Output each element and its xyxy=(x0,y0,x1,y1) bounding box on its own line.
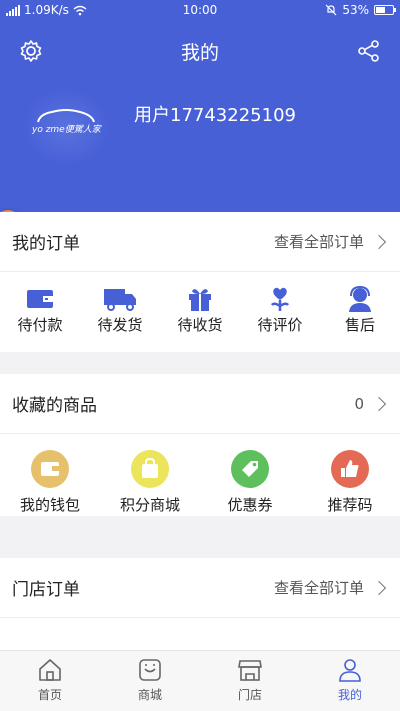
tab-label: 商城 xyxy=(137,688,162,702)
page-title: 我的 xyxy=(180,42,219,64)
tab-label: 我的 xyxy=(337,688,362,702)
view-all-orders-link[interactable]: 查看全部订单 xyxy=(274,231,364,252)
order-label: 待评价 xyxy=(257,316,303,334)
service-wallet[interactable]: 我的钱包 xyxy=(0,450,100,516)
silent-bell-icon xyxy=(325,4,337,16)
favorites-header[interactable]: 收藏的商品 0 xyxy=(0,374,400,434)
avatar[interactable]: yo zme便駕人家 xyxy=(22,88,110,166)
store-icon xyxy=(238,660,262,681)
service-referral-code[interactable]: 推荐码 xyxy=(300,450,400,516)
service-coupons[interactable]: 优惠券 xyxy=(200,450,300,516)
battery-percent: 53% xyxy=(342,3,369,17)
shop-bag-icon xyxy=(139,659,161,681)
chevron-right-icon xyxy=(371,396,387,411)
brand-logo-text: yo zme便駕人家 xyxy=(32,125,101,135)
home-icon xyxy=(39,659,61,681)
order-after-sales[interactable]: 售后 xyxy=(320,284,400,352)
order-label: 待付款 xyxy=(17,316,63,334)
wallet-icon xyxy=(31,450,69,488)
order-pending-receipt[interactable]: 待收货 xyxy=(160,284,240,352)
store-orders-header[interactable]: 门店订单 查看全部订单 xyxy=(0,558,400,618)
share-icon[interactable] xyxy=(356,38,382,64)
chevron-right-icon xyxy=(371,234,387,249)
store-orders-title: 门店订单 xyxy=(12,580,80,600)
tab-label: 门店 xyxy=(237,688,262,702)
service-label: 优惠券 xyxy=(227,496,273,514)
service-points-mall[interactable]: 积分商城 xyxy=(100,450,200,516)
shopping-bag-icon xyxy=(131,450,169,488)
order-pending-shipment[interactable]: 待发货 xyxy=(80,284,160,352)
bottom-tab-bar: 首页 商城 门店 我的 xyxy=(0,650,400,711)
battery-icon xyxy=(374,5,396,15)
order-pending-payment[interactable]: 待付款 xyxy=(0,284,80,352)
view-all-store-orders-link[interactable]: 查看全部订单 xyxy=(274,577,364,598)
favorites-title: 收藏的商品 xyxy=(12,396,97,416)
orders-header[interactable]: 我的订单 查看全部订单 xyxy=(0,212,400,272)
wallet-icon xyxy=(27,290,53,308)
person-icon xyxy=(339,659,361,682)
order-label: 待收货 xyxy=(177,316,223,334)
orders-section: 我的订单 查看全部订单 待付款 待发货 待收货 待评价 售后 xyxy=(0,212,400,352)
tab-store[interactable]: 门店 xyxy=(200,651,300,711)
service-label: 推荐码 xyxy=(327,496,373,514)
tab-home[interactable]: 首页 xyxy=(0,651,100,711)
profile-header: 1.09K/s 10:00 53% 我的 yo zme便駕人家 用户177432… xyxy=(0,0,400,212)
tab-mine[interactable]: 我的 xyxy=(300,651,400,711)
orders-title: 我的订单 xyxy=(12,234,80,254)
order-pending-review[interactable]: 待评价 xyxy=(240,284,320,352)
gift-icon xyxy=(189,289,211,311)
store-orders-section: 门店订单 查看全部订单 xyxy=(0,558,400,650)
heart-flower-icon xyxy=(270,287,290,311)
favorites-count: 0 xyxy=(354,394,364,413)
order-label: 待发货 xyxy=(97,316,143,334)
tab-label: 首页 xyxy=(37,688,62,702)
order-label: 售后 xyxy=(344,316,375,334)
tag-icon xyxy=(231,450,269,488)
chevron-right-icon xyxy=(371,580,387,595)
username[interactable]: 用户17743225109 xyxy=(134,101,296,127)
service-label: 积分商城 xyxy=(119,496,180,514)
thumbs-up-icon xyxy=(331,450,369,488)
tab-mall[interactable]: 商城 xyxy=(100,651,200,711)
headset-agent-icon xyxy=(349,285,371,312)
favorites-section: 收藏的商品 0 我的钱包 积分商城 优惠券 推荐码 xyxy=(0,374,400,516)
status-bar: 1.09K/s 10:00 53% xyxy=(0,0,400,22)
service-label: 我的钱包 xyxy=(19,496,80,514)
truck-icon xyxy=(104,289,136,311)
